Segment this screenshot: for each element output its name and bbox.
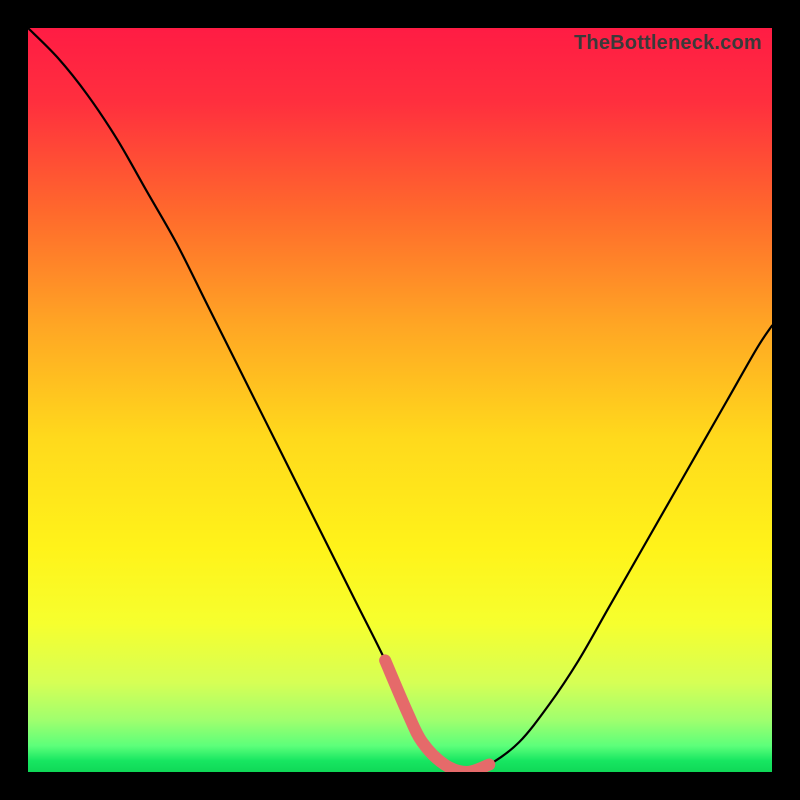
watermark-text: TheBottleneck.com — [574, 32, 762, 55]
bottleneck-highlight — [385, 660, 489, 772]
chart-frame: TheBottleneck.com — [0, 0, 800, 800]
curve-layer — [28, 28, 772, 772]
plot-area: TheBottleneck.com — [28, 28, 772, 772]
bottleneck-curve — [28, 28, 772, 772]
